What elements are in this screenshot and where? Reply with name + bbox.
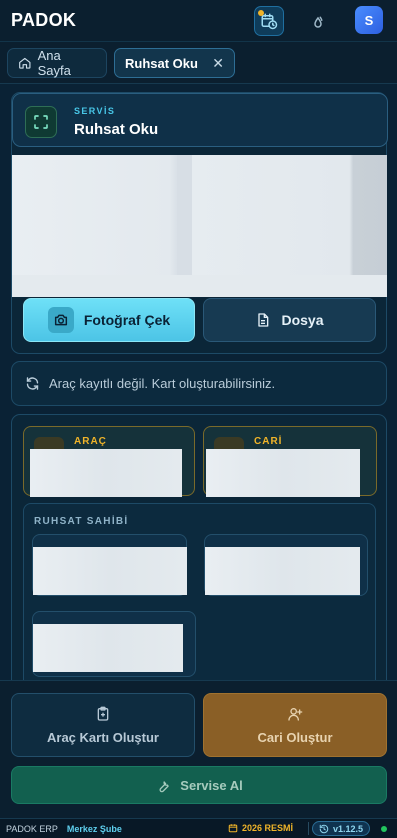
upload-file-button[interactable]: Dosya (203, 298, 376, 342)
brand-logo: PADOK (11, 10, 77, 30)
photo-blur (12, 275, 387, 297)
user-plus-icon (288, 707, 303, 721)
tab-ruhsat-oku[interactable]: Ruhsat Oku ✕ (114, 48, 235, 78)
upload-file-label: Dosya (281, 312, 324, 328)
take-photo-button[interactable]: Fotoğraf Çek (23, 298, 195, 342)
service-kicker: SERVİS (74, 106, 116, 116)
create-vehicle-card-button[interactable]: Araç Kartı Oluştur (11, 693, 195, 757)
user-avatar[interactable]: S (355, 6, 383, 34)
notification-dot (258, 10, 264, 16)
app-name: PADOK ERP (6, 823, 58, 834)
home-icon (19, 57, 31, 69)
online-status-dot (381, 826, 387, 832)
version-label: v1.12.5 (333, 823, 364, 834)
app-status-bar: PADOK ERP Merkez Şube 2026 RESMİ v1.12.5 (0, 818, 397, 838)
drops-icon (314, 16, 323, 28)
tab-ana-sayfa[interactable]: Ana Sayfa (7, 48, 107, 78)
service-header: SERVİS Ruhsat Oku (12, 93, 388, 147)
owner-field-blurred (205, 547, 360, 595)
customer-card-blurred (206, 449, 360, 497)
top-bar: PADOK S (0, 0, 397, 42)
wrench-icon (159, 780, 170, 792)
calendar-clock-button[interactable] (254, 6, 284, 36)
tabs-bar: Ana Sayfa Ruhsat Oku ✕ (0, 42, 397, 84)
tab-label: Ana Sayfa (37, 48, 71, 78)
vehicle-card[interactable]: ARAÇ (23, 426, 195, 497)
document-icon (258, 313, 269, 327)
refresh-icon (26, 377, 39, 390)
vehicle-card-header: ARAÇ (74, 436, 107, 447)
license-photo-preview (12, 155, 387, 297)
tab-label: Ruhsat Oku (125, 55, 198, 71)
calendar-icon (228, 824, 238, 833)
vehicle-card-blurred (30, 449, 182, 497)
create-customer-label: Cari Oluştur (257, 729, 333, 745)
status-text: Araç kayıtlı değil. Kart oluşturabilirsi… (49, 376, 276, 391)
clipboard-plus-icon (97, 706, 109, 721)
take-to-service-button[interactable]: Servise Al (11, 766, 387, 804)
divider (308, 822, 309, 835)
fiscal-year-badge[interactable]: 2026 RESMİ (228, 823, 293, 833)
customer-card-header: CARİ (254, 436, 283, 447)
version-badge[interactable]: v1.12.5 (312, 821, 371, 836)
recognition-results-panel: ARAÇ CARİ RUHSAT SAHİBİ (11, 414, 387, 694)
create-vehicle-card-label: Araç Kartı Oluştur (47, 729, 159, 745)
owner-section-title: RUHSAT SAHİBİ (34, 516, 129, 527)
scan-icon (25, 106, 57, 138)
license-owner-section: RUHSAT SAHİBİ (23, 503, 376, 693)
service-title: Ruhsat Oku (74, 121, 159, 138)
create-customer-button[interactable]: Cari Oluştur (203, 693, 387, 757)
close-icon[interactable]: ✕ (212, 55, 224, 72)
history-icon (319, 824, 329, 833)
branch-selector[interactable]: Merkez Şube (67, 824, 122, 834)
vehicle-status-message: Araç kayıtlı değil. Kart oluşturabilirsi… (11, 361, 387, 406)
fiscal-year-label: 2026 RESMİ (242, 823, 294, 833)
owner-field-blurred (33, 547, 187, 595)
take-to-service-label: Servise Al (180, 777, 243, 793)
owner-field (32, 611, 196, 677)
customer-card[interactable]: CARİ (203, 426, 377, 497)
camera-icon (47, 307, 74, 333)
owner-field (204, 534, 368, 596)
owner-field (32, 534, 187, 596)
owner-field-blurred (33, 624, 183, 672)
take-photo-label: Fotoğraf Çek (83, 312, 171, 328)
action-bar: Araç Kartı Oluştur Cari Oluştur Servise … (0, 680, 397, 820)
theme-toggle-button[interactable] (303, 6, 333, 36)
